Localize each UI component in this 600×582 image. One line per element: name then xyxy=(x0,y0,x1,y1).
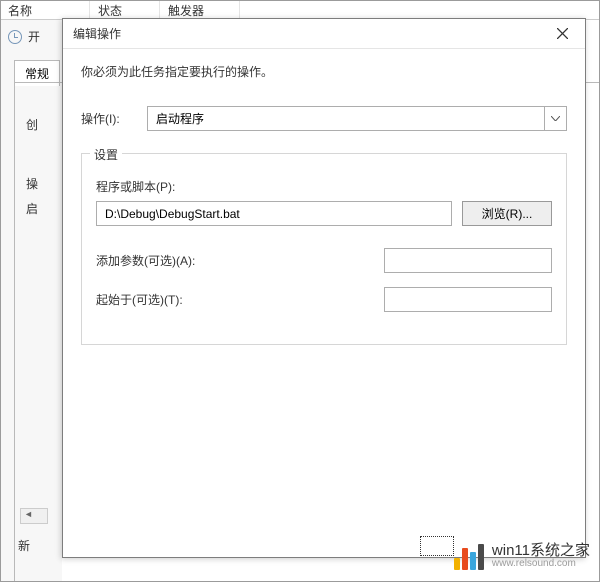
browse-button[interactable]: 浏览(R)... xyxy=(462,201,552,226)
close-icon xyxy=(557,28,568,39)
watermark-logo-icon xyxy=(454,544,484,570)
startin-row: 起始于(可选)(T): xyxy=(96,287,552,312)
dialog-body: 你必须为此任务指定要执行的操作。 操作(I): 启动程序 设置 程序或脚本(P)… xyxy=(63,49,585,557)
watermark-url: www.relsound.com xyxy=(492,558,590,570)
watermark: win11系统之家 www.relsound.com xyxy=(454,543,590,570)
dialog-titlebar: 编辑操作 xyxy=(63,19,585,49)
args-input[interactable] xyxy=(384,248,552,273)
action-label: 操作(I): xyxy=(81,110,133,127)
bg-create-label: 创 xyxy=(26,116,38,133)
bg-col-action: 操 xyxy=(26,175,38,192)
startin-input[interactable] xyxy=(384,287,552,312)
script-label: 程序或脚本(P): xyxy=(96,178,552,195)
close-button[interactable] xyxy=(539,19,585,49)
dialog-title: 编辑操作 xyxy=(73,25,539,42)
bg-scrollbar-left[interactable] xyxy=(20,508,48,524)
chevron-down-icon xyxy=(544,107,566,130)
edit-action-dialog: 编辑操作 你必须为此任务指定要执行的操作。 操作(I): 启动程序 设置 程序或… xyxy=(62,18,586,558)
col-trigger[interactable]: 触发器 xyxy=(160,0,240,19)
clock-icon xyxy=(8,30,22,44)
args-row: 添加参数(可选)(A): xyxy=(96,248,552,273)
col-name[interactable]: 名称 xyxy=(0,0,90,19)
settings-legend: 设置 xyxy=(90,146,122,163)
watermark-cn: win11系统之家 xyxy=(492,543,590,558)
bg-col-arg: 启 xyxy=(26,200,38,217)
bg-open-row: 开 xyxy=(8,28,40,45)
watermark-text: win11系统之家 www.relsound.com xyxy=(492,543,590,570)
args-label: 添加参数(可选)(A): xyxy=(96,252,384,269)
action-row: 操作(I): 启动程序 xyxy=(81,106,567,131)
action-select[interactable]: 启动程序 xyxy=(147,106,567,131)
settings-fieldset: 设置 程序或脚本(P): 浏览(R)... 添加参数(可选)(A): 起始于(可… xyxy=(81,153,567,345)
col-status[interactable]: 状态 xyxy=(90,0,160,19)
focus-indicator xyxy=(420,536,454,556)
instruction-text: 你必须为此任务指定要执行的操作。 xyxy=(81,63,567,80)
script-row: 浏览(R)... xyxy=(96,201,552,226)
bg-column-header: 名称 状态 触发器 xyxy=(0,0,600,20)
startin-label: 起始于(可选)(T): xyxy=(96,291,384,308)
bg-open-label: 开 xyxy=(28,28,40,45)
action-select-value: 启动程序 xyxy=(156,110,204,127)
bg-new-label: 新 xyxy=(18,537,30,554)
script-input[interactable] xyxy=(96,201,452,226)
